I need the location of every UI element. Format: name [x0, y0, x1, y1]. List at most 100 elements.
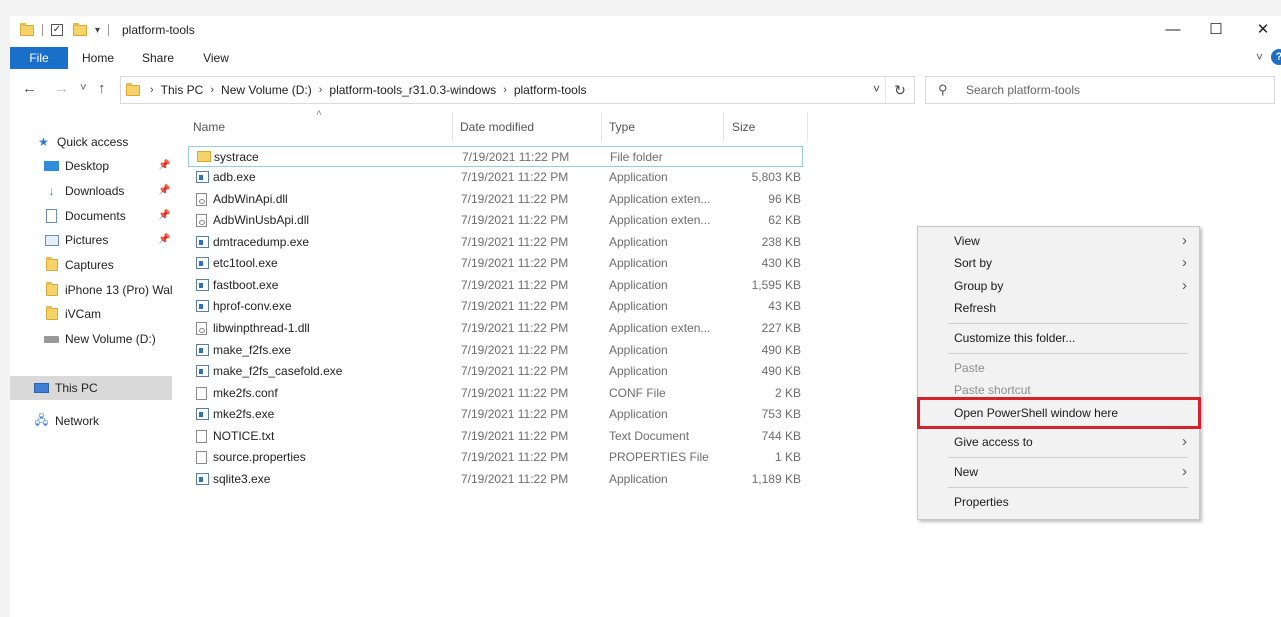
tab-share[interactable]: Share: [138, 47, 178, 69]
menu-item-give-access-to[interactable]: Give access to ›: [918, 432, 1199, 454]
file-size: 43 KB: [768, 299, 801, 313]
sidebar-item-iphone-13-pro-wal[interactable]: iPhone 13 (Pro) Wal: [44, 278, 172, 302]
breadcrumb-chevron-icon[interactable]: ›: [503, 84, 507, 96]
file-row[interactable]: sqlite3.exe 7/19/2021 11:22 PM Applicati…: [188, 469, 803, 490]
file-row[interactable]: AdbWinUsbApi.dll 7/19/2021 11:22 PM Appl…: [188, 210, 803, 231]
help-icon[interactable]: ?: [1271, 49, 1281, 65]
file-size: 1,189 KB: [751, 472, 801, 486]
back-button[interactable]: ←: [22, 80, 37, 97]
file-row[interactable]: etc1tool.exe 7/19/2021 11:22 PM Applicat…: [188, 253, 803, 274]
refresh-button[interactable]: ↻: [885, 77, 914, 103]
file-row[interactable]: adb.exe 7/19/2021 11:22 PM Application 5…: [188, 167, 803, 188]
file-row[interactable]: AdbWinApi.dll 7/19/2021 11:22 PM Applica…: [188, 189, 803, 210]
file-row[interactable]: fastboot.exe 7/19/2021 11:22 PM Applicat…: [188, 275, 803, 296]
minimize-button[interactable]: —: [1150, 18, 1196, 42]
sidebar-item-network[interactable]: 🖧 Network: [34, 409, 172, 433]
tab-home[interactable]: Home: [78, 47, 118, 69]
breadcrumb-platform-tools[interactable]: platform-tools: [514, 83, 587, 97]
file-row[interactable]: dmtracedump.exe 7/19/2021 11:22 PM Appli…: [188, 232, 803, 253]
file-date: 7/19/2021 11:22 PM: [461, 450, 569, 464]
file-type: Application: [609, 299, 668, 313]
sidebar-item-ivcam[interactable]: iVCam: [44, 302, 172, 326]
downloads-icon: ↓: [48, 184, 55, 198]
sidebar-item-captures[interactable]: Captures: [44, 253, 172, 277]
context-menu: View › Sort by › Group by › Refresh Cust…: [917, 226, 1200, 520]
sidebar-item-new-volume[interactable]: New Volume (D:): [44, 327, 172, 351]
forward-button[interactable]: →: [54, 80, 69, 97]
file-size: 62 KB: [768, 213, 801, 227]
properties-check-icon[interactable]: ✓: [51, 24, 63, 36]
address-dropdown-icon[interactable]: ˅: [873, 82, 880, 96]
file-type: Application: [609, 256, 668, 270]
close-button[interactable]: ✕: [1240, 18, 1281, 42]
breadcrumb-platform-tools-r31[interactable]: platform-tools_r31.0.3-windows: [329, 83, 496, 97]
sidebar-item-quick-access[interactable]: ★ Quick access: [36, 130, 198, 154]
menu-item-new[interactable]: New ›: [918, 462, 1199, 484]
ribbon-tabs: File Home Share View ˅ ?: [10, 46, 1281, 70]
file-row[interactable]: hprof-conv.exe 7/19/2021 11:22 PM Applic…: [188, 296, 803, 317]
sidebar-item-pictures[interactable]: Pictures: [44, 228, 172, 252]
expand-ribbon-icon[interactable]: ˅: [1256, 50, 1263, 64]
menu-item-customize-folder[interactable]: Customize this folder...: [918, 328, 1199, 350]
customize-toolbar-dropdown-icon[interactable]: ▾: [95, 25, 100, 36]
document-icon: [196, 430, 207, 443]
menu-item-sort-by[interactable]: Sort by ›: [918, 253, 1199, 275]
file-name: sqlite3.exe: [213, 472, 271, 486]
menu-item-view[interactable]: View ›: [918, 231, 1199, 253]
breadcrumb-chevron-icon[interactable]: ›: [150, 84, 154, 96]
tab-view[interactable]: View: [196, 47, 236, 69]
breadcrumb-chevron-icon[interactable]: ›: [319, 84, 323, 96]
dll-file-icon: [196, 214, 207, 227]
file-row[interactable]: make_f2fs.exe 7/19/2021 11:22 PM Applica…: [188, 340, 803, 361]
new-folder-icon[interactable]: [73, 22, 87, 36]
pin-icon[interactable]: 📌: [158, 160, 170, 171]
column-header-name[interactable]: Name: [193, 116, 225, 146]
menu-item-properties[interactable]: Properties: [918, 492, 1199, 514]
column-header-size[interactable]: Size: [732, 116, 755, 146]
search-box[interactable]: ⚲ Search platform-tools: [925, 76, 1275, 104]
file-row[interactable]: libwinpthread-1.dll 7/19/2021 11:22 PM A…: [188, 318, 803, 339]
menu-item-paste[interactable]: Paste: [918, 358, 1199, 380]
file-row[interactable]: source.properties 7/19/2021 11:22 PM PRO…: [188, 447, 803, 468]
file-size: 753 KB: [761, 407, 801, 421]
file-date: 7/19/2021 11:22 PM: [461, 213, 569, 227]
drive-icon: [44, 332, 59, 346]
breadcrumb-new-volume[interactable]: New Volume (D:): [221, 83, 312, 97]
pin-icon[interactable]: 📌: [158, 185, 170, 196]
file-date: 7/19/2021 11:22 PM: [462, 150, 570, 164]
sort-ascending-icon: ˄: [316, 108, 322, 119]
sidebar-item-desktop[interactable]: Desktop: [44, 154, 172, 178]
recent-locations-button[interactable]: ˅: [80, 82, 86, 94]
sidebar-item-documents[interactable]: Documents: [44, 204, 172, 228]
file-date: 7/19/2021 11:22 PM: [461, 407, 569, 421]
search-placeholder[interactable]: Search platform-tools: [966, 83, 1080, 97]
file-row[interactable]: systrace 7/19/2021 11:22 PM File folder: [188, 146, 803, 167]
pin-icon[interactable]: 📌: [158, 234, 170, 245]
column-divider[interactable]: [601, 112, 602, 142]
column-header-date-modified[interactable]: Date modified: [460, 116, 534, 146]
sidebar-item-downloads[interactable]: ↓ Downloads: [44, 179, 172, 203]
menu-item-refresh[interactable]: Refresh: [918, 298, 1199, 320]
breadcrumb-chevron-icon[interactable]: ›: [210, 84, 214, 96]
maximize-button[interactable]: ☐: [1193, 18, 1239, 42]
sidebar-item-this-pc[interactable]: This PC: [10, 376, 172, 400]
file-row[interactable]: mke2fs.conf 7/19/2021 11:22 PM CONF File…: [188, 383, 803, 404]
file-name: NOTICE.txt: [213, 429, 275, 443]
file-size: 5,803 KB: [751, 170, 801, 184]
column-divider[interactable]: [807, 112, 808, 142]
file-row[interactable]: mke2fs.exe 7/19/2021 11:22 PM Applicatio…: [188, 404, 803, 425]
up-button[interactable]: ↑: [98, 80, 106, 97]
file-row[interactable]: make_f2fs_casefold.exe 7/19/2021 11:22 P…: [188, 361, 803, 382]
tab-file[interactable]: File: [10, 47, 68, 69]
folder-icon[interactable]: [20, 22, 34, 36]
pin-icon[interactable]: 📌: [158, 210, 170, 221]
breadcrumb-this-pc[interactable]: This PC: [161, 83, 204, 97]
column-divider[interactable]: [452, 112, 453, 142]
file-name: mke2fs.conf: [213, 386, 278, 400]
file-size: 227 KB: [761, 321, 801, 335]
file-row[interactable]: NOTICE.txt 7/19/2021 11:22 PM Text Docum…: [188, 426, 803, 447]
column-header-type[interactable]: Type: [609, 116, 635, 146]
column-divider[interactable]: [723, 112, 724, 142]
menu-item-group-by[interactable]: Group by ›: [918, 276, 1199, 298]
address-bar[interactable]: › This PC › New Volume (D:) › platform-t…: [120, 76, 915, 104]
